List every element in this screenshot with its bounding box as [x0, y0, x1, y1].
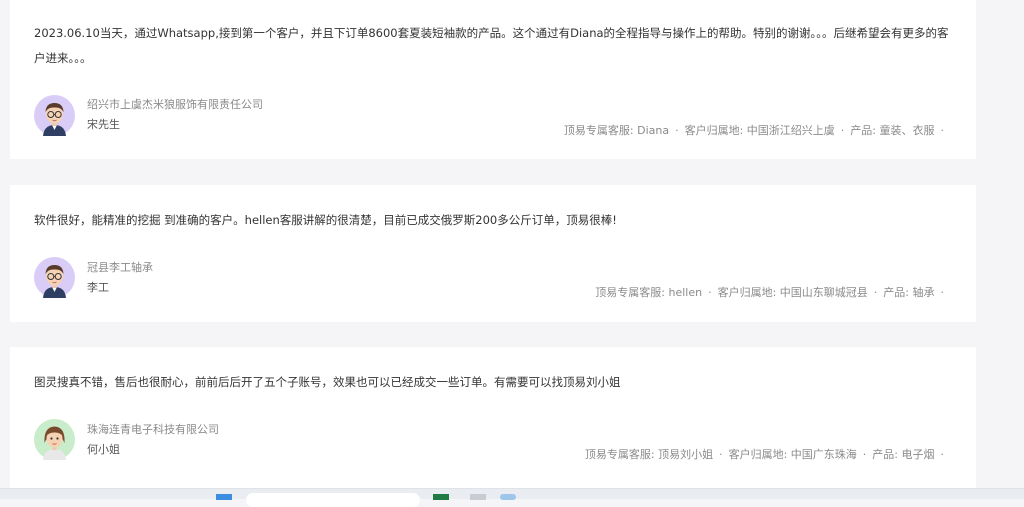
product-category: 产品: 童装、衣服	[850, 124, 935, 137]
customer-location: 客户归属地: 中国浙江绍兴上虞	[684, 124, 835, 137]
windows-start-icon[interactable]	[216, 494, 232, 500]
company-name: 冠县李工轴承	[87, 261, 153, 274]
review-card: 软件很好，能精准的挖掘 到准确的客户。hellen客服讲解的很清楚，目前已成交俄…	[10, 185, 976, 322]
product-category: 产品: 轴承	[883, 286, 935, 299]
review-meta: 顶易专属客服: 顶易刘小姐 · 客户归属地: 中国广东珠海 · 产品: 电子烟 ·	[585, 446, 950, 462]
separator: ·	[940, 286, 945, 299]
customer-location: 客户归属地: 中国广东珠海	[728, 448, 857, 461]
customer-name: 何小姐	[87, 443, 120, 456]
separator: ·	[840, 124, 845, 137]
separator: ·	[940, 124, 945, 137]
review-text: 2023.06.10当天，通过Whatsapp,接到第一个客户，并且下订单860…	[34, 26, 949, 65]
service-rep: 顶易专属客服: 顶易刘小姐	[584, 448, 714, 461]
separator: ·	[862, 448, 867, 461]
company-name: 绍兴市上虞杰米狼服饰有限责任公司	[87, 98, 263, 111]
browser-icon[interactable]	[500, 494, 516, 500]
customer-name: 李工	[87, 281, 109, 294]
review-card: 2023.06.10当天，通过Whatsapp,接到第一个客户，并且下订单860…	[10, 0, 976, 159]
separator: ·	[873, 286, 878, 299]
review-text: 图灵搜真不错，售后也很耐心，前前后后开了五个子账号，效果也可以已经成交一些订单。…	[34, 375, 621, 389]
service-rep: 顶易专属客服: Diana	[563, 124, 670, 137]
male-glasses-avatar-icon	[34, 257, 75, 298]
female-avatar-icon	[34, 419, 75, 460]
app-icon[interactable]	[470, 494, 486, 500]
review-meta: 顶易专属客服: Diana · 客户归属地: 中国浙江绍兴上虞 · 产品: 童装、衣服 ·	[564, 122, 950, 138]
excel-icon[interactable]	[433, 494, 449, 500]
separator: ·	[675, 124, 679, 137]
service-rep: 顶易专属客服: hellen	[595, 286, 703, 299]
customer-location: 客户归属地: 中国山东聊城冠县	[717, 286, 868, 299]
product-category: 产品: 电子烟	[872, 448, 935, 461]
separator: ·	[708, 286, 712, 299]
male-glasses-avatar-icon	[34, 95, 75, 136]
customer-name: 宋先生	[87, 118, 120, 131]
review-text: 软件很好，能精准的挖掘 到准确的客户。hellen客服讲解的很清楚，目前已成交俄…	[34, 213, 617, 227]
review-card: 图灵搜真不错，售后也很耐心，前前后后开了五个子账号，效果也可以已经成交一些订单。…	[10, 347, 976, 488]
taskbar	[0, 488, 1024, 507]
separator: ·	[719, 448, 723, 461]
review-meta: 顶易专属客服: hellen · 客户归属地: 中国山东聊城冠县 · 产品: 轴承 ·	[595, 284, 950, 300]
separator: ·	[940, 448, 945, 461]
company-name: 珠海连青电子科技有限公司	[87, 423, 219, 436]
taskbar-search-input[interactable]	[246, 493, 420, 507]
